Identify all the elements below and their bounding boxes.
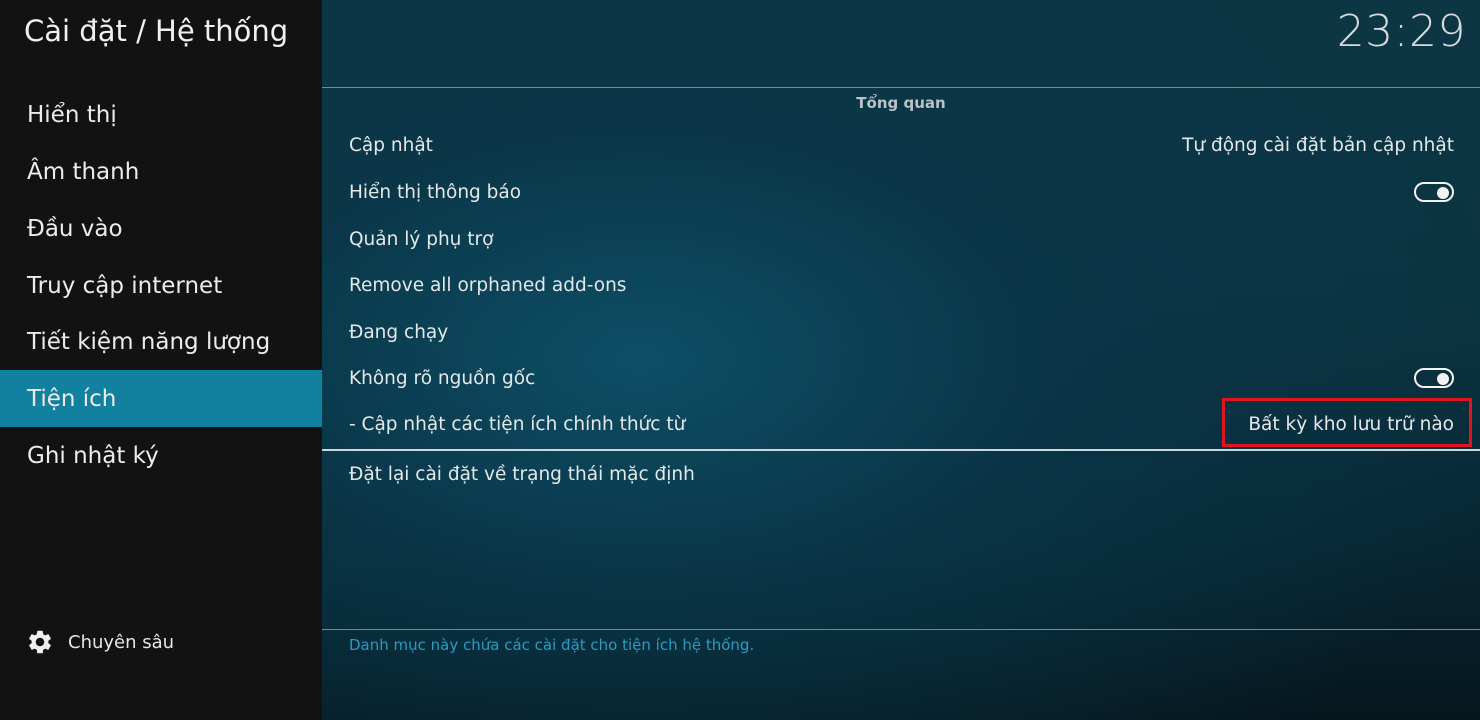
reset-label: Đặt lại cài đặt về trạng thái mặc định: [349, 463, 695, 485]
setting-label: Cập nhật: [349, 134, 433, 156]
sidebar-item-addons[interactable]: Tiện ích: [0, 370, 322, 427]
gear-icon: [29, 630, 51, 654]
setting-row-manage-dependencies[interactable]: Quản lý phụ trợ: [349, 219, 1454, 259]
highlight-box: [1222, 398, 1472, 447]
setting-label: - Cập nhật các tiện ích chính thức từ: [349, 413, 686, 435]
sidebar-item-label: Truy cập internet: [27, 272, 223, 299]
bottom-divider: [322, 629, 1480, 630]
window-title: Cài đặt / Hệ thống: [24, 14, 289, 48]
sidebar-item-logging[interactable]: Ghi nhật ký: [0, 427, 322, 484]
top-divider: [322, 87, 1480, 88]
sidebar-item-power-saving[interactable]: Tiết kiệm năng lượng: [0, 313, 322, 370]
reset-settings-button[interactable]: Đặt lại cài đặt về trạng thái mặc định: [349, 454, 1454, 494]
sidebar-item-label: Âm thanh: [27, 158, 140, 185]
setting-label: Hiển thị thông báo: [349, 181, 522, 203]
sidebar-item-label: Tiện ích: [27, 385, 117, 412]
sidebar-item-audio[interactable]: Âm thanh: [0, 143, 322, 200]
setting-row-running[interactable]: Đang chạy: [349, 312, 1454, 352]
setting-label: Remove all orphaned add-ons: [349, 274, 627, 296]
advanced-label: Chuyên sâu: [68, 631, 175, 653]
sidebar-item-input[interactable]: Đầu vào: [0, 200, 322, 257]
reset-divider: [322, 449, 1480, 451]
sidebar-item-display[interactable]: Hiển thị: [0, 86, 322, 143]
unknown-sources-toggle[interactable]: [1414, 368, 1454, 388]
setting-row-show-notifications[interactable]: Hiển thị thông báo: [349, 172, 1454, 212]
setting-label: Đang chạy: [349, 321, 449, 343]
sidebar: Cài đặt / Hệ thống Hiển thị Âm thanh Đầu…: [0, 0, 322, 720]
sidebar-item-internet[interactable]: Truy cập internet: [0, 257, 322, 314]
setting-label: Không rõ nguồn gốc: [349, 367, 536, 389]
sidebar-item-label: Hiển thị: [27, 101, 117, 128]
section-title: Tổng quan: [856, 94, 946, 112]
category-description: Danh mục này chứa các cài đặt cho tiện í…: [349, 636, 755, 654]
setting-row-updates[interactable]: Cập nhật Tự động cài đặt bản cập nhật: [349, 125, 1454, 165]
setting-row-unknown-sources[interactable]: Không rõ nguồn gốc: [349, 358, 1454, 398]
setting-value: Tự động cài đặt bản cập nhật: [1182, 134, 1454, 156]
sidebar-item-label: Đầu vào: [27, 215, 123, 242]
advanced-settings-button[interactable]: Chuyên sâu: [26, 628, 174, 656]
notifications-toggle[interactable]: [1414, 182, 1454, 202]
sidebar-item-label: Ghi nhật ký: [27, 442, 159, 469]
toggle-knob: [1437, 373, 1449, 385]
sidebar-item-label: Tiết kiệm năng lượng: [27, 328, 271, 355]
setting-label: Quản lý phụ trợ: [349, 228, 494, 250]
clock: 23:29: [1336, 6, 1466, 57]
toggle-knob: [1437, 187, 1449, 199]
setting-row-remove-orphaned[interactable]: Remove all orphaned add-ons: [349, 265, 1454, 305]
